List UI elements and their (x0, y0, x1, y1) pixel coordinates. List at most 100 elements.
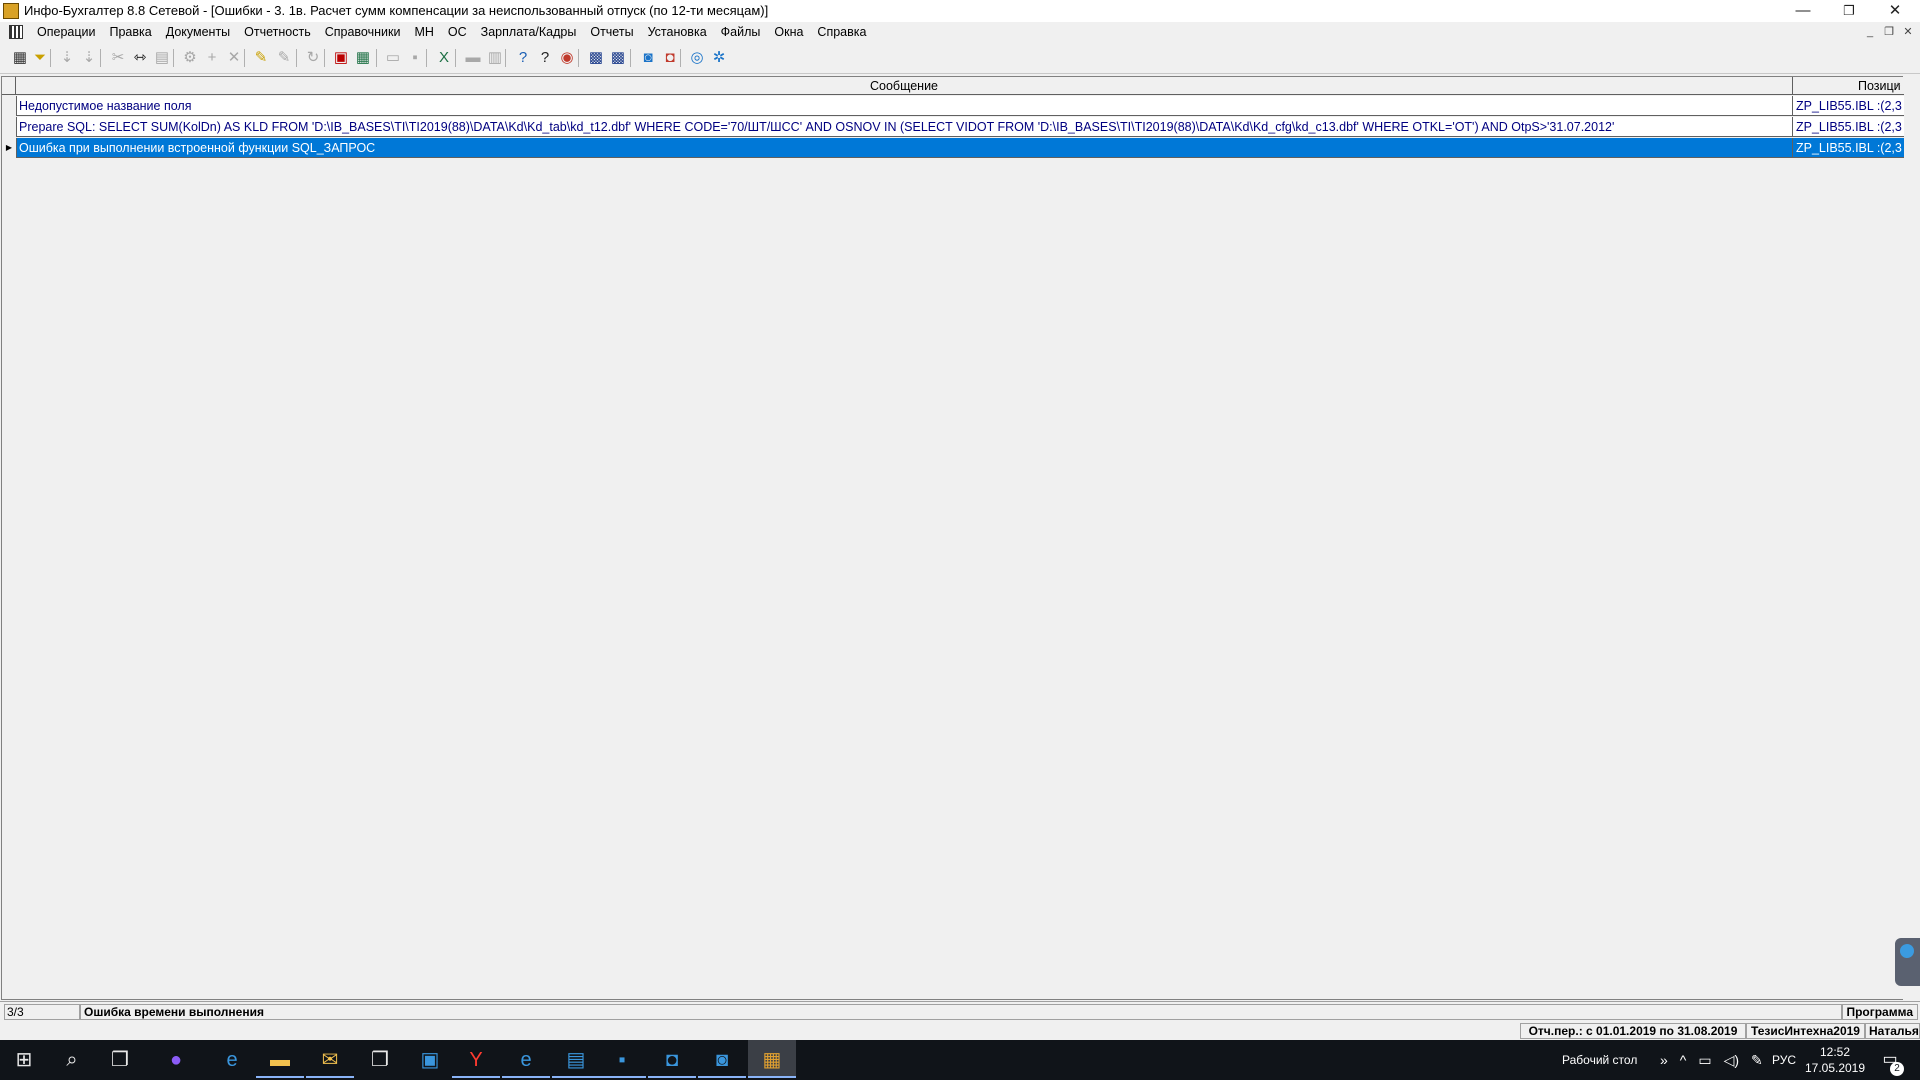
ns10-icon[interactable]: ▩ (607, 47, 629, 69)
new-record-icon[interactable]: ▦ (9, 47, 31, 69)
remote-help-icon[interactable]: ◘ (659, 47, 681, 69)
column-header-message[interactable]: Сообщение (16, 77, 1793, 95)
calculator-icon[interactable]: ▦ (352, 47, 374, 69)
cut-icon[interactable]: ✂ (107, 47, 129, 69)
outlook-icon[interactable]: ✉ (306, 1040, 354, 1078)
web-icon[interactable]: ◎ (686, 47, 708, 69)
navigator-icon[interactable]: ◉ (556, 47, 578, 69)
filter-icon[interactable]: ⏷ (29, 47, 51, 69)
network-tray-icon[interactable]: ▭ (1698, 1052, 1711, 1069)
unmark-icon[interactable]: ✎ (273, 47, 295, 69)
documents-icon[interactable]: ▤ (552, 1040, 600, 1078)
menu-item-6[interactable]: ОС (441, 22, 474, 42)
volume-icon[interactable]: ◁) (1724, 1052, 1739, 1069)
row-position[interactable]: ZP_LIB55.IBL :(2,3 (1793, 117, 1904, 137)
row-position[interactable]: ZP_LIB55.IBL :(2,3 (1793, 96, 1904, 116)
row-indicator (2, 117, 17, 137)
table-row[interactable]: Недопустимое название поля ZP_LIB55.IBL … (2, 96, 1904, 116)
menu-item-2[interactable]: Документы (159, 22, 237, 42)
menu-item-5[interactable]: МН (407, 22, 440, 42)
find-icon[interactable]: ⇿ (129, 47, 151, 69)
menu-item-0[interactable]: Операции (30, 22, 102, 42)
status-bar: 3/3 Ошибка времени выполнения Программа (0, 1001, 1920, 1021)
clock-time: 12:52 (1819, 1045, 1851, 1059)
row-message[interactable]: Ошибка при выполнении встроенной функции… (16, 138, 1793, 158)
refresh-icon[interactable]: ↻ (302, 47, 324, 69)
sort-asc-icon[interactable]: ⇣ (56, 47, 78, 69)
start-icon[interactable]: ⊞ (0, 1040, 48, 1080)
side-widget-icon[interactable] (1900, 944, 1914, 958)
notification-badge: 2 (1890, 1062, 1904, 1076)
yandex-browser-icon[interactable]: Y (452, 1040, 500, 1078)
task-view-icon[interactable]: ❐ (96, 1040, 144, 1080)
title-bar: Инфо-Бухгалтер 8.8 Сетевой - [Ошибки - 3… (0, 0, 1920, 22)
row-message[interactable]: Недопустимое название поля (16, 96, 1793, 116)
search-icon[interactable]: ⌕ (48, 1040, 96, 1080)
save-icon[interactable]: ▪ (404, 47, 426, 69)
ie-icon[interactable]: e (502, 1040, 550, 1078)
pdf-icon[interactable]: ▣ (330, 47, 352, 69)
menu-item-8[interactable]: Отчеты (583, 22, 640, 42)
save-app-icon[interactable]: ▪ (598, 1040, 646, 1078)
tasks-icon[interactable]: ▩ (585, 47, 607, 69)
row-position[interactable]: ZP_LIB55.IBL :(2,3 (1793, 138, 1904, 158)
add-icon[interactable]: + (201, 47, 223, 69)
document-close-button[interactable]: ✕ (1900, 24, 1916, 40)
preview-icon[interactable]: ▥ (484, 47, 506, 69)
network-app-icon[interactable]: ▣ (406, 1040, 454, 1080)
shield-app-icon[interactable]: ◙ (698, 1040, 746, 1078)
menu-item-12[interactable]: Справка (810, 22, 873, 42)
menu-item-4[interactable]: Справочники (318, 22, 408, 42)
system-tray: » ^ ▭ ◁) ✎ (1660, 1040, 1763, 1080)
table-row[interactable]: Prepare SQL: SELECT SUM(KolDn) AS KLD FR… (2, 117, 1904, 137)
menu-bar: Операции Правка Документы Отчетность Справоч… (0, 22, 1920, 42)
row-message[interactable]: Prepare SQL: SELECT SUM(KolDn) AS KLD FR… (16, 117, 1793, 137)
infobuh-icon[interactable]: ▦ (748, 1040, 796, 1078)
clock[interactable]: 12:52 17.05.2019 (1802, 1044, 1868, 1076)
update-icon[interactable]: ◙ (637, 47, 659, 69)
edge-icon[interactable]: e (208, 1040, 256, 1080)
help-icon[interactable]: ? (512, 47, 534, 69)
document-restore-button[interactable]: ❐ (1881, 24, 1897, 40)
toolbar-separator (455, 49, 456, 67)
desktop-toolbar-label[interactable]: Рабочий стол (1562, 1040, 1637, 1080)
excel-icon[interactable]: X (433, 47, 455, 69)
pen-icon[interactable]: ✎ (1751, 1052, 1763, 1069)
menu-item-11[interactable]: Окна (767, 22, 810, 42)
errors-grid: Сообщение Позици ^ Недопустимое название… (1, 76, 1904, 1076)
explorer-icon[interactable]: ▬ (256, 1040, 304, 1078)
menu-item-9[interactable]: Установка (641, 22, 714, 42)
reader-icon[interactable]: ❐ (356, 1040, 404, 1080)
menu-item-1[interactable]: Правка (102, 22, 158, 42)
open-icon[interactable]: ▭ (382, 47, 404, 69)
info-bar: Отч.пер.: с 01.01.2019 по 31.08.2019 Тез… (0, 1022, 1920, 1040)
teamviewer-icon[interactable]: ◘ (648, 1040, 696, 1078)
tray-overflow-icon[interactable]: » (1660, 1052, 1668, 1068)
document-minimize-button[interactable]: _ (1862, 24, 1878, 40)
context-help-icon[interactable]: ? (534, 47, 556, 69)
minimize-button[interactable]: — (1780, 0, 1826, 22)
settings-icon[interactable]: ⚙ (179, 47, 201, 69)
menu-item-10[interactable]: Файлы (714, 22, 768, 42)
mark-icon[interactable]: ✎ (250, 47, 272, 69)
maximize-button[interactable]: ❐ (1826, 0, 1872, 22)
sort-desc-icon[interactable]: ⇣ (78, 47, 100, 69)
print-icon[interactable]: ▬ (462, 47, 484, 69)
alice-icon[interactable]: ● (152, 1040, 200, 1080)
menu-item-7[interactable]: Зарплата/Кадры (474, 22, 584, 42)
tray-chevron-icon[interactable]: ^ (1680, 1052, 1687, 1068)
toolbar-separator (100, 49, 101, 67)
menu-item-3[interactable]: Отчетность (237, 22, 318, 42)
table-row-selected[interactable]: ▶ Ошибка при выполнении встроенной функц… (2, 138, 1904, 158)
paste-icon[interactable]: ▤ (151, 47, 173, 69)
close-button[interactable]: ✕ (1872, 0, 1918, 22)
column-header-position[interactable]: Позици (1793, 77, 1904, 95)
row-indicator (2, 96, 17, 116)
toolbar-separator (630, 49, 631, 67)
delete-icon[interactable]: ✕ (223, 47, 245, 69)
grid-header: Сообщение Позици ^ (2, 77, 1904, 95)
language-indicator[interactable]: РУС (1772, 1040, 1796, 1080)
document-system-menu-icon[interactable] (9, 25, 23, 39)
notification-center-icon[interactable]: ▭ (1870, 1040, 1910, 1080)
network-icon[interactable]: ✲ (708, 47, 730, 69)
